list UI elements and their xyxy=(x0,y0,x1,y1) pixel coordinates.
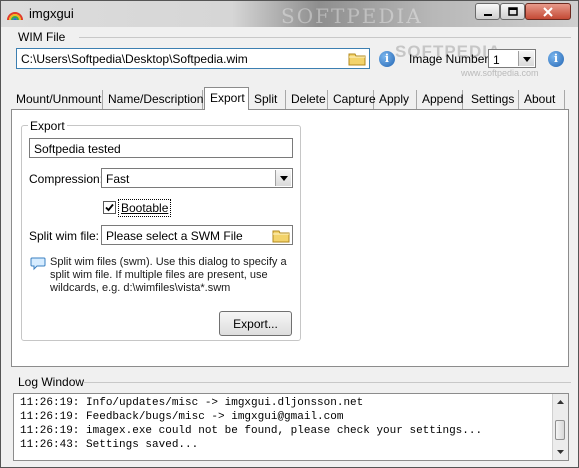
export-button[interactable]: Export... xyxy=(219,311,292,336)
folder-icon[interactable] xyxy=(272,228,290,243)
chevron-down-icon xyxy=(279,176,288,181)
minimize-button[interactable] xyxy=(475,3,500,20)
image-number-label: Image Number: xyxy=(409,52,492,66)
log-window-divider xyxy=(83,382,571,383)
scroll-up-icon[interactable] xyxy=(554,395,567,409)
dropdown-arrow[interactable] xyxy=(275,170,291,186)
maximize-button[interactable] xyxy=(500,3,525,20)
tab-name-description[interactable]: Name/Description xyxy=(103,90,203,109)
bootable-checkbox[interactable] xyxy=(103,201,116,214)
log-line: 11:26:19: imagex.exe could not be found,… xyxy=(20,425,483,437)
close-button[interactable] xyxy=(525,3,571,20)
tab-append[interactable]: Append xyxy=(417,90,463,109)
tab-export[interactable]: Export xyxy=(204,87,249,110)
image-number-value: 1 xyxy=(493,53,500,67)
compression-value: Fast xyxy=(106,172,130,186)
info-icon[interactable]: i xyxy=(548,51,564,67)
export-group-label: Export xyxy=(28,119,67,133)
compression-select[interactable]: Fast xyxy=(101,168,293,188)
log-window-label: Log Window xyxy=(18,375,85,389)
app-window: imgxgui SOFTPEDIA WIM File C:\Users\Soft… xyxy=(0,0,579,468)
export-button-label: Export... xyxy=(233,317,278,331)
tab-mount-unmount[interactable]: Mount/Unmount xyxy=(11,90,103,109)
log-window[interactable]: 11:26:19: Info/updates/misc -> imgxgui.d… xyxy=(13,393,569,461)
rainbow-app-icon xyxy=(7,12,23,21)
split-info-text: Split wim files (swm). Use this dialog t… xyxy=(50,256,287,294)
wim-file-group-label: WIM File xyxy=(18,30,66,44)
export-name-input[interactable]: Softpedia tested xyxy=(29,138,293,158)
title-watermark: SOFTPEDIA xyxy=(281,4,423,28)
tab-about[interactable]: About xyxy=(519,90,565,109)
log-line: 11:26:19: Info/updates/misc -> imgxgui.d… xyxy=(20,397,364,409)
split-swm-input[interactable]: Please select a SWM File xyxy=(101,225,293,245)
folder-icon[interactable] xyxy=(348,51,366,66)
scroll-down-icon[interactable] xyxy=(554,445,567,459)
log-scrollbar[interactable] xyxy=(552,394,568,460)
wim-path-input[interactable]: C:\Users\Softpedia\Desktop\Softpedia.wim xyxy=(16,48,370,69)
title-bar[interactable]: imgxgui SOFTPEDIA xyxy=(1,1,578,28)
log-line: 11:26:43: Settings saved... xyxy=(20,439,199,451)
chevron-down-icon xyxy=(522,57,531,62)
tab-capture[interactable]: Capture xyxy=(328,90,376,109)
speech-bubble-icon xyxy=(30,257,46,271)
scrollbar-thumb[interactable] xyxy=(555,420,565,440)
checkmark-icon xyxy=(105,203,114,212)
tab-split[interactable]: Split xyxy=(249,90,286,109)
close-icon xyxy=(543,7,553,17)
log-line: 11:26:19: Feedback/bugs/misc -> imgxgui@… xyxy=(20,411,344,423)
wim-file-divider xyxy=(79,37,571,38)
softpedia-watermark-url: www.softpedia.com xyxy=(461,68,539,78)
image-number-select[interactable]: 1 xyxy=(488,49,536,68)
split-wim-label: Split wim file: xyxy=(29,229,100,243)
bootable-label[interactable]: Bootable xyxy=(118,199,172,217)
info-icon[interactable]: i xyxy=(379,51,395,67)
tab-apply[interactable]: Apply xyxy=(374,90,417,109)
compression-label: Compression: xyxy=(29,172,104,186)
minimize-icon xyxy=(483,14,492,16)
window-title: imgxgui xyxy=(29,6,74,21)
tab-settings[interactable]: Settings xyxy=(466,90,519,109)
tab-delete[interactable]: Delete xyxy=(286,90,328,109)
maximize-icon xyxy=(507,7,518,16)
dropdown-arrow[interactable] xyxy=(518,51,534,66)
